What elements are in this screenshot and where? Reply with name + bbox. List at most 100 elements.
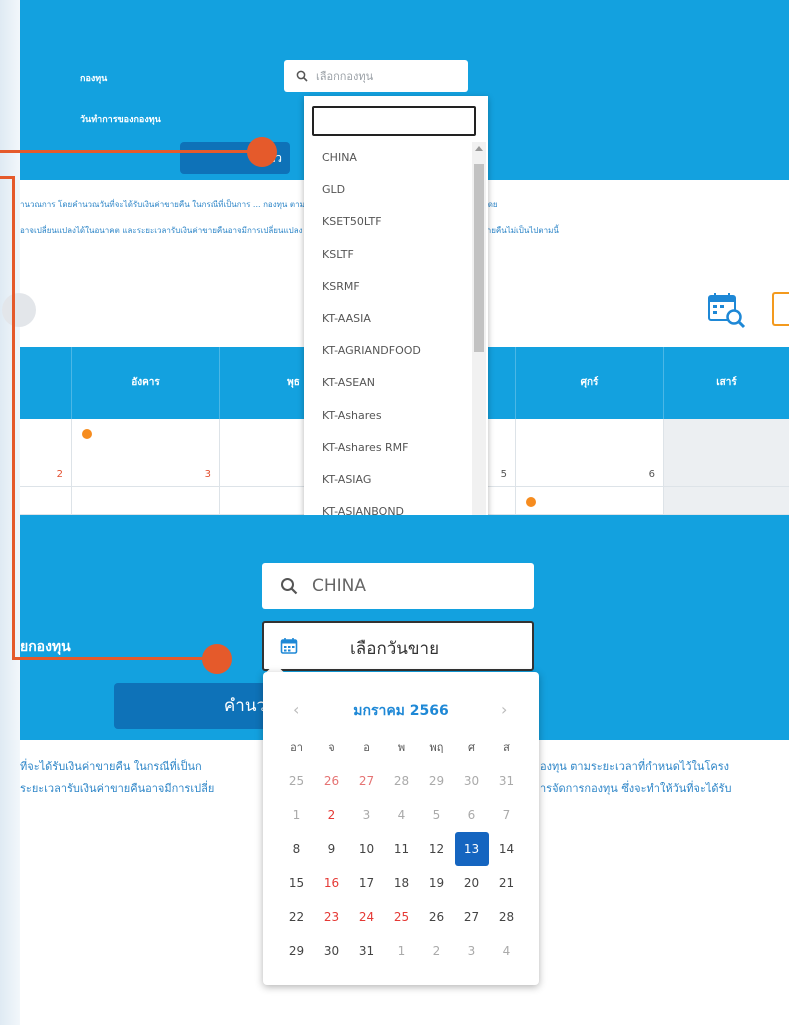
dropdown-option[interactable]: KT-AASIA (304, 303, 468, 335)
calculate-button[interactable]: คำนว (114, 683, 274, 729)
header-cell (20, 347, 72, 419)
fund-search-box[interactable]: เลือกกองทุน (284, 60, 468, 92)
day-cell[interactable]: 17 (349, 866, 384, 900)
day-cell[interactable]: 21 (489, 866, 524, 900)
date-placeholder: เลือกวันขาย (350, 639, 440, 659)
dropdown-scrollbar[interactable] (472, 142, 486, 516)
dropdown-filter-input[interactable] (312, 106, 476, 136)
day-cell[interactable]: 27 (349, 764, 384, 798)
calendar-day[interactable]: 3 (72, 419, 220, 486)
weekday: อา (290, 741, 303, 754)
day-cell[interactable]: 31 (349, 934, 384, 968)
day-cell[interactable]: 1 (279, 798, 314, 832)
day-cell[interactable]: 9 (314, 832, 349, 866)
day-cell[interactable]: 27 (454, 900, 489, 934)
day-cell[interactable]: 11 (384, 832, 419, 866)
day-cell[interactable]: 16 (314, 866, 349, 900)
day-grid: 25 26 27 28 29 30 31 1234567 8 9 10 11 12 13 14 15 16… (279, 764, 525, 968)
day-cell[interactable]: 30 (314, 934, 349, 968)
calendar-search-icon[interactable] (706, 290, 748, 330)
day-cell[interactable]: 25 (279, 764, 314, 798)
day-number: 6 (648, 469, 655, 480)
calendar-day[interactable]: 2 (20, 419, 72, 486)
description-line: ารจัดการกองทุน ซึ่งจะทำให้วันที่จะได้รับ (540, 782, 732, 795)
dropdown-option[interactable]: KT-ASIANBOND (304, 496, 468, 516)
day-cell[interactable]: 24 (349, 900, 384, 934)
day-cell[interactable]: 3 (454, 934, 489, 968)
next-month-button[interactable]: › (501, 700, 507, 719)
connector-dot (247, 137, 277, 167)
day-cell[interactable]: 31 (489, 764, 524, 798)
calendar-day[interactable] (72, 487, 220, 514)
day-cell[interactable]: 23 (314, 900, 349, 934)
day-cell[interactable]: 20 (454, 866, 489, 900)
day-cell[interactable]: 22 (279, 900, 314, 934)
day-cell[interactable]: 18 (384, 866, 419, 900)
dropdown-option[interactable]: GLD (304, 174, 468, 206)
round-button[interactable] (2, 293, 36, 327)
dropdown-option[interactable]: KT-Ashares RMF (304, 432, 468, 464)
dropdown-option[interactable]: KT-Ashares (304, 400, 468, 432)
day-cell[interactable]: 14 (489, 832, 524, 866)
search-icon (281, 578, 298, 595)
day-cell[interactable]: 5 (419, 798, 454, 832)
day-cell[interactable]: 26 (419, 900, 454, 934)
connector-line (12, 176, 15, 660)
left-gradient-strip (0, 0, 20, 1025)
day-number: 3 (204, 469, 211, 480)
day-cell[interactable]: 4 (384, 798, 419, 832)
header-saturday: เสาร์ (716, 377, 737, 388)
day-cell[interactable]: 28 (384, 764, 419, 798)
calendar-day-weekend (664, 419, 789, 486)
day-cell[interactable]: 2 (314, 798, 349, 832)
calendar-day[interactable]: 6 (516, 419, 664, 486)
day-cell[interactable]: 4 (489, 934, 524, 968)
scroll-up-arrow-icon[interactable] (475, 146, 483, 151)
day-cell[interactable]: 1 (384, 934, 419, 968)
day-cell[interactable]: 28 (489, 900, 524, 934)
fund-label: ยกองทุน (20, 639, 71, 655)
weekday: ศ (468, 741, 475, 754)
selected-day: 13 (454, 832, 489, 866)
dropdown-list: CHINA GLD KSET50LTF KSLTF KSRMF KT-AASIA… (304, 142, 468, 516)
day-cell[interactable]: 29 (279, 934, 314, 968)
day-cell[interactable]: 25 (384, 900, 419, 934)
connector-line (12, 657, 217, 660)
dropdown-option[interactable]: CHINA (304, 142, 468, 174)
day-cell[interactable]: 26 (314, 764, 349, 798)
weekday: ส (503, 741, 510, 754)
search-value: CHINA (312, 576, 367, 596)
sell-date-field[interactable]: เลือกวันขาย (262, 621, 534, 671)
dropdown-option[interactable]: KT-AGRIANDFOOD (304, 335, 468, 367)
day-cell[interactable]: 30 (454, 764, 489, 798)
dropdown-option[interactable]: KSRMF (304, 271, 468, 303)
day-cell[interactable]: 6 (454, 798, 489, 832)
fund-search-box[interactable]: CHINA (262, 563, 534, 609)
scrollbar-thumb[interactable] (474, 164, 484, 352)
day-cell[interactable]: 3 (349, 798, 384, 832)
header-tuesday: อังคาร (72, 347, 220, 419)
day-cell[interactable]: 19 (419, 866, 454, 900)
day-cell[interactable]: 15 (279, 866, 314, 900)
dropdown-option[interactable]: KSLTF (304, 239, 468, 271)
day-cell[interactable]: 12 (419, 832, 454, 866)
calendar-icon (280, 638, 298, 654)
dropdown-option[interactable]: KT-ASIAG (304, 464, 468, 496)
calendar-day[interactable] (516, 487, 664, 514)
dropdown-option[interactable]: KSET50LTF (304, 206, 468, 238)
calendar-day[interactable] (20, 487, 72, 514)
event-dot (82, 429, 92, 439)
day-cell[interactable]: 29 (419, 764, 454, 798)
day-cell-selected[interactable]: 13 (454, 832, 489, 866)
day-cell[interactable]: 10 (349, 832, 384, 866)
day-cell[interactable]: 2 (419, 934, 454, 968)
dropdown-option[interactable]: KT-ASEAN (304, 367, 468, 399)
fund-dropdown: CHINA GLD KSET50LTF KSLTF KSRMF KT-AASIA… (304, 96, 488, 516)
description-line: ที่จะได้รับเงินค่าขายคืน ในกรณีที่เป็นก (20, 760, 202, 773)
description-line: ระยะเวลารับเงินค่าขายคืนอาจมีการเปลี่ย (20, 782, 215, 795)
day-number: 5 (500, 469, 507, 480)
day-cell[interactable]: 8 (279, 832, 314, 866)
weekday: พฤ (429, 741, 444, 754)
day-cell[interactable]: 7 (489, 798, 524, 832)
export-icon[interactable] (772, 292, 789, 326)
